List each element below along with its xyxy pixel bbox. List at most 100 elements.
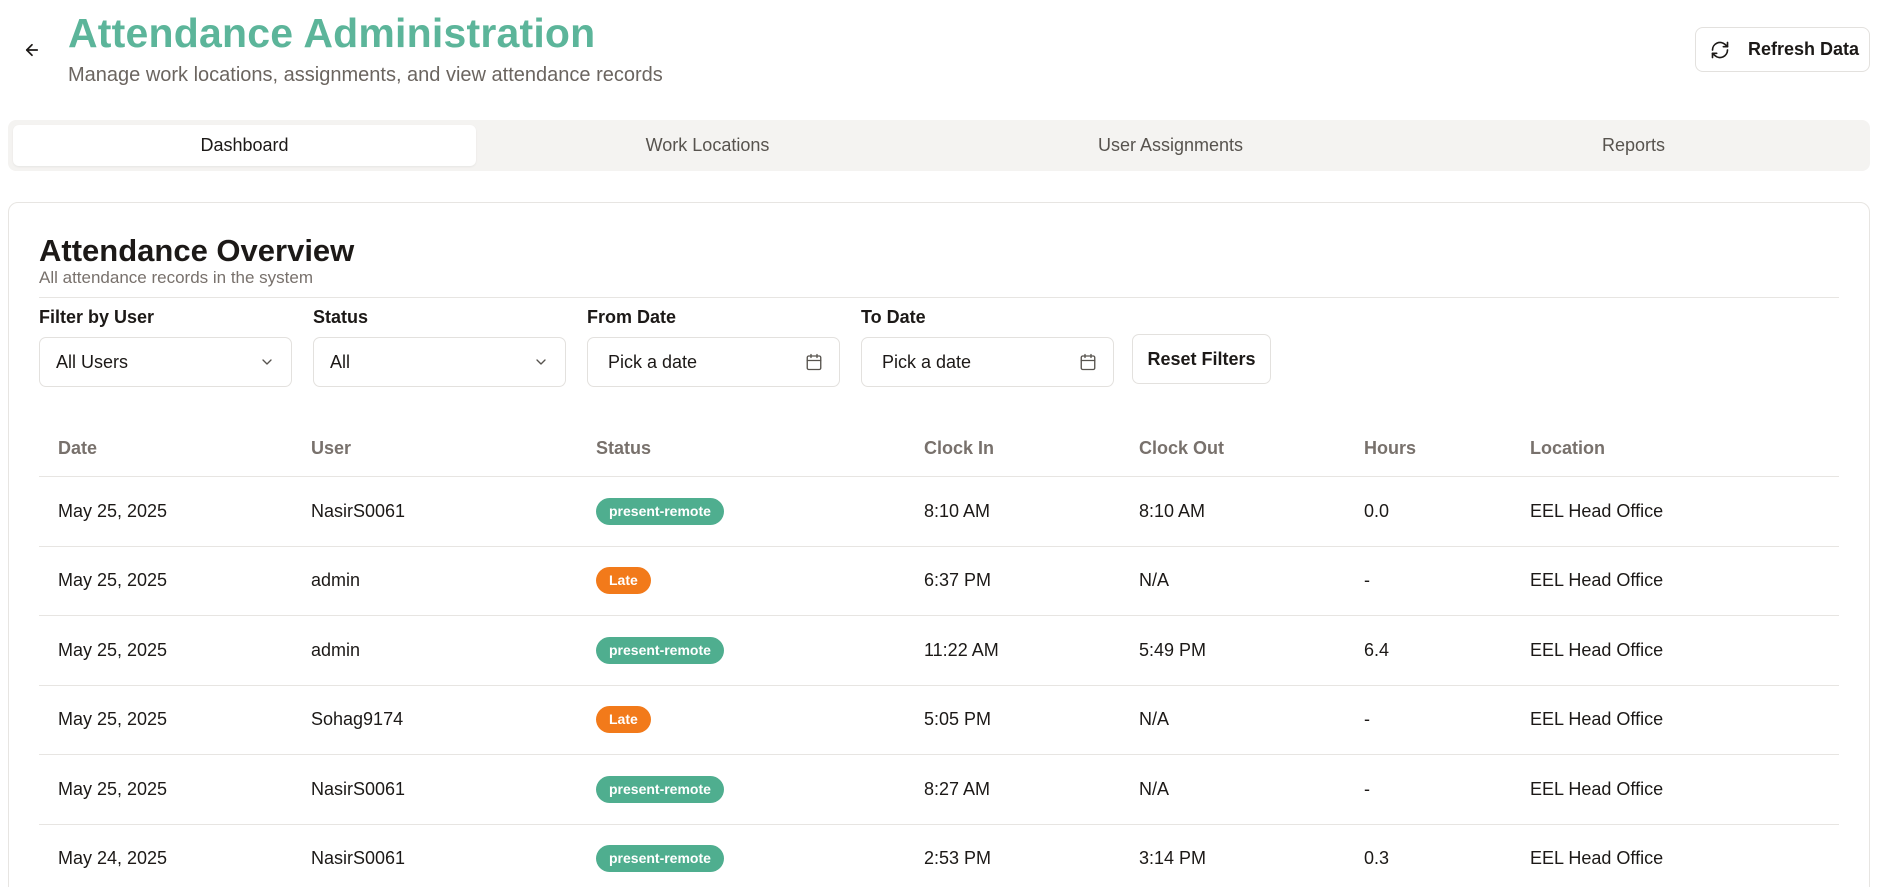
cell-status: present-remote [596, 775, 924, 803]
calendar-icon [1080, 353, 1096, 371]
cell-location: EEL Head Office [1530, 848, 1664, 869]
status-filter-group: Status All [313, 303, 566, 387]
cell-hours: 0.0 [1364, 500, 1390, 521]
table-row[interactable]: May 25, 2025 admin Late 6:37 PM N/A - EEL Head… [39, 547, 1839, 616]
column-header-clock-out[interactable]: Clock Out [1139, 438, 1364, 459]
chevron-down-icon [536, 359, 546, 365]
status-badge: Late [596, 706, 651, 734]
user-filter-group: Filter by User All Users [39, 303, 292, 387]
attendance-table: Date User Status Clock In Clock Out Hour… [39, 421, 1839, 887]
cell-status: Late [596, 706, 924, 734]
status-filter-label: Status [313, 307, 369, 327]
from-date-placeholder: Pick a date [608, 351, 698, 372]
cell-user: NasirS0061 [311, 848, 406, 869]
column-header-hours[interactable]: Hours [1364, 438, 1530, 459]
user-filter-select[interactable]: All Users [39, 337, 292, 387]
divider [39, 297, 1839, 298]
cell-hours: 6.4 [1364, 639, 1390, 660]
refresh-icon [1711, 41, 1729, 58]
table-row[interactable]: May 24, 2025 NasirS0061 present-remote 2:53… [39, 825, 1839, 887]
overview-description: All attendance records in the system [39, 268, 314, 287]
cell-date: May 25, 2025 [58, 500, 168, 521]
column-header-location[interactable]: Location [1530, 438, 1830, 459]
cell-date: May 24, 2025 [58, 848, 168, 869]
cell-status: present-remote [596, 845, 924, 873]
cell-clock-in: 6:37 PM [924, 570, 992, 591]
cell-clock-out: N/A [1139, 570, 1170, 591]
arrow-left-icon [25, 43, 39, 57]
cell-date: May 25, 2025 [58, 778, 168, 799]
chevron-down-icon [262, 359, 272, 365]
cell-user: admin [311, 570, 361, 591]
from-date-picker[interactable]: Pick a date [587, 337, 840, 387]
cell-status: Late [596, 567, 924, 595]
table-row[interactable]: May 25, 2025 admin present-remote 11:22 AM 5… [39, 616, 1839, 686]
cell-location: EEL Head Office [1530, 639, 1664, 660]
status-badge: present-remote [596, 775, 724, 803]
tab-bar: Dashboard Work Locations User Assignment… [8, 120, 1870, 171]
table-body: May 25, 2025 NasirS0061 present-remote 8:10… [39, 477, 1839, 887]
tab-work-locations[interactable]: Work Locations [476, 125, 939, 166]
calendar-icon [806, 353, 822, 371]
cell-clock-in: 8:27 AM [924, 778, 991, 799]
cell-date: May 25, 2025 [58, 639, 168, 660]
cell-clock-in: 5:05 PM [924, 709, 992, 730]
tab-user-assignments[interactable]: User Assignments [939, 125, 1402, 166]
to-date-picker[interactable]: Pick a date [861, 337, 1114, 387]
to-date-filter-group: To Date Pick a date [861, 303, 1114, 387]
back-button[interactable] [18, 36, 46, 64]
page-header: Attendance Administration Manage work lo… [0, 0, 1877, 110]
cell-clock-out: N/A [1139, 709, 1170, 730]
cell-hours: - [1364, 778, 1370, 799]
table-header-row: Date User Status Clock In Clock Out Hour… [39, 421, 1839, 477]
user-filter-label: Filter by User [39, 307, 155, 327]
status-badge: present-remote [596, 845, 724, 873]
cell-clock-out: 3:14 PM [1139, 848, 1207, 869]
cell-clock-out: 5:49 PM [1139, 639, 1207, 660]
cell-clock-in: 2:53 PM [924, 848, 992, 869]
column-header-user[interactable]: User [311, 438, 596, 459]
cell-clock-out: 8:10 AM [1139, 500, 1206, 521]
attendance-overview-card: Attendance Overview All attendance recor… [8, 202, 1870, 887]
overview-title: Attendance Overview [39, 233, 355, 268]
status-filter-select[interactable]: All [313, 337, 566, 387]
cell-status: present-remote [596, 497, 924, 525]
cell-user: Sohag9174 [311, 709, 404, 730]
cell-date: May 25, 2025 [58, 570, 168, 591]
cell-clock-in: 11:22 AM [924, 639, 999, 660]
reset-filters-button[interactable]: Reset Filters [1132, 334, 1271, 384]
cell-location: EEL Head Office [1530, 570, 1664, 591]
to-date-label: To Date [861, 307, 926, 327]
cell-status: present-remote [596, 636, 924, 664]
status-badge: present-remote [596, 497, 724, 525]
status-badge: present-remote [596, 636, 724, 664]
refresh-data-label: Refresh Data [1748, 39, 1860, 59]
column-header-status[interactable]: Status [596, 438, 924, 459]
column-header-clock-in[interactable]: Clock In [924, 438, 1139, 459]
column-header-date[interactable]: Date [39, 438, 311, 459]
cell-location: EEL Head Office [1530, 500, 1664, 521]
from-date-filter-group: From Date Pick a date [587, 303, 840, 387]
status-badge: Late [596, 567, 651, 595]
cell-clock-out: N/A [1139, 778, 1170, 799]
table-row[interactable]: May 25, 2025 NasirS0061 present-remote 8:10… [39, 477, 1839, 547]
cell-user: admin [311, 639, 361, 660]
cell-user: NasirS0061 [311, 500, 406, 521]
tab-reports[interactable]: Reports [1402, 125, 1865, 166]
table-row[interactable]: May 25, 2025 NasirS0061 present-remote 8:27… [39, 755, 1839, 825]
from-date-label: From Date [587, 307, 677, 327]
page-subtitle: Manage work locations, assignments, and … [68, 64, 663, 86]
cell-location: EEL Head Office [1530, 709, 1664, 730]
refresh-data-button[interactable]: Refresh Data [1695, 27, 1870, 72]
user-filter-value: All Users [56, 351, 129, 372]
status-filter-value: All [330, 351, 351, 372]
cell-clock-in: 8:10 AM [924, 500, 991, 521]
to-date-placeholder: Pick a date [882, 351, 972, 372]
tab-dashboard[interactable]: Dashboard [13, 125, 476, 166]
table-row[interactable]: May 25, 2025 Sohag9174 Late 5:05 PM N/A - EEL … [39, 686, 1839, 755]
page-title: Attendance Administration [68, 10, 596, 56]
cell-hours: - [1364, 709, 1370, 730]
cell-location: EEL Head Office [1530, 778, 1664, 799]
cell-hours: - [1364, 570, 1370, 591]
cell-hours: 0.3 [1364, 848, 1390, 869]
